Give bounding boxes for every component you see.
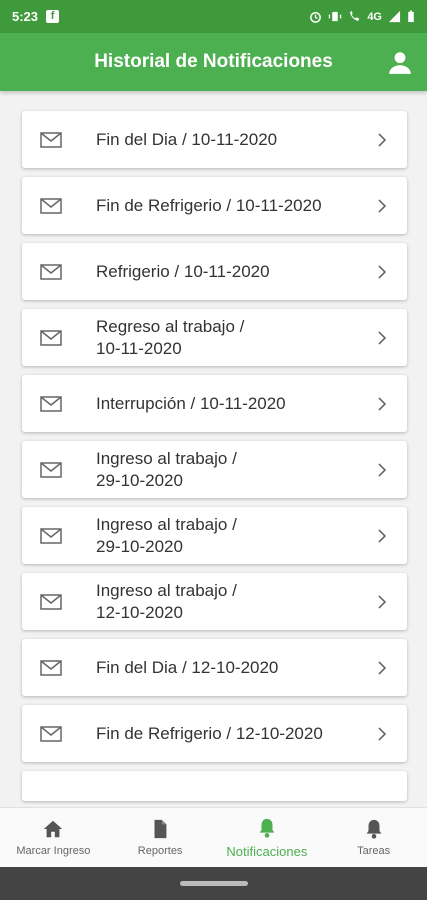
wifi-call-icon	[350, 10, 360, 22]
nav-label: Marcar Ingreso	[16, 845, 91, 857]
status-bar: 5:23 f 4G	[0, 0, 427, 33]
nav-marcar-ingreso[interactable]: Marcar Ingreso	[0, 808, 107, 867]
notification-card[interactable]: Refrigerio / 10-11-2020	[22, 243, 407, 300]
chevron-right-icon	[378, 660, 387, 675]
bottom-navigation: Marcar Ingreso Reportes Notificaciones T…	[0, 807, 427, 867]
chevron-right-icon	[378, 594, 387, 609]
notification-label: Ingreso al trabajo /29-10-2020	[96, 514, 359, 558]
notification-label: Refrigerio / 10-11-2020	[96, 261, 359, 283]
home-gesture-pill[interactable]	[180, 881, 248, 886]
nav-label: Notificaciones	[226, 843, 308, 859]
notification-card[interactable]: Regreso al trabajo /10-11-2020	[22, 309, 407, 366]
notification-label: Ingreso al trabajo /29-10-2020	[96, 448, 359, 492]
notification-line-1: Fin de Refrigerio / 12-10-2020	[96, 723, 323, 743]
notification-card[interactable]: Ingreso al trabajo /12-10-2020	[22, 573, 407, 630]
chevron-right-icon	[378, 330, 387, 345]
notification-line-1: Fin de Refrigerio / 10-11-2020	[96, 195, 322, 215]
network-type: 4G	[367, 10, 382, 23]
notification-label: Fin de Refrigerio / 10-11-2020	[96, 195, 359, 217]
notification-line-2: 29-10-2020	[96, 470, 183, 490]
mail-icon	[40, 527, 62, 544]
notification-line-1: Regreso al trabajo /	[96, 316, 245, 336]
vibrate-icon	[329, 11, 342, 22]
nav-label: Tareas	[357, 845, 391, 857]
nav-tareas[interactable]: Tareas	[320, 808, 427, 867]
mail-icon	[40, 593, 62, 610]
nav-notificaciones[interactable]: Notificaciones	[214, 808, 321, 867]
mail-icon	[40, 197, 62, 214]
notification-label: Regreso al trabajo /10-11-2020	[96, 316, 359, 360]
notification-line-1: Fin del Dia / 12-10-2020	[96, 657, 279, 677]
chevron-right-icon	[378, 198, 387, 213]
mail-icon	[40, 725, 62, 742]
notification-line-2: 12-10-2020	[96, 602, 183, 622]
notification-label: Fin de Refrigerio / 12-10-2020	[96, 723, 359, 745]
notification-line-1: Interrupción / 10-11-2020	[96, 393, 286, 413]
status-time: 5:23	[12, 9, 39, 24]
signal-icon	[388, 10, 401, 23]
notification-line-1: Ingreso al trabajo /	[96, 448, 237, 468]
profile-icon[interactable]	[387, 49, 413, 75]
chevron-right-icon	[378, 726, 387, 741]
mail-icon	[40, 131, 62, 148]
system-navigation-bar	[0, 867, 427, 900]
nav-reportes[interactable]: Reportes	[107, 808, 214, 867]
notification-line-1: Ingreso al trabajo /	[96, 580, 237, 600]
mail-icon	[40, 461, 62, 478]
chevron-right-icon	[378, 528, 387, 543]
page-title: Historial de Notificaciones	[94, 51, 333, 72]
app-bar: Historial de Notificaciones	[0, 33, 427, 91]
notification-card[interactable]: Fin del Dia / 12-10-2020	[22, 639, 407, 696]
mail-icon	[40, 329, 62, 346]
chevron-right-icon	[378, 462, 387, 477]
alarm-icon	[310, 12, 322, 23]
document-icon	[154, 819, 167, 839]
notification-card-partial[interactable]	[22, 771, 407, 801]
bell-icon	[259, 818, 275, 838]
notification-line-2: 10-11-2020	[96, 338, 182, 358]
notification-label: Fin del Dia / 10-11-2020	[96, 129, 359, 151]
mail-icon	[40, 659, 62, 676]
bell-icon	[366, 819, 381, 839]
notification-card[interactable]: Ingreso al trabajo /29-10-2020	[22, 441, 407, 498]
home-icon	[44, 820, 63, 838]
mail-icon	[40, 263, 62, 280]
mail-icon	[40, 395, 62, 412]
battery-icon	[408, 10, 414, 23]
notification-card[interactable]: Interrupción / 10-11-2020	[22, 375, 407, 432]
chevron-right-icon	[378, 132, 387, 147]
notification-line-1: Fin del Dia / 10-11-2020	[96, 129, 278, 149]
notification-line-2: 29-10-2020	[96, 536, 183, 556]
facebook-notification-icon: f	[46, 10, 60, 23]
notification-card[interactable]: Fin de Refrigerio / 10-11-2020	[22, 177, 407, 234]
notification-card[interactable]: Fin del Dia / 10-11-2020	[22, 111, 407, 168]
notification-card[interactable]: Ingreso al trabajo /29-10-2020	[22, 507, 407, 564]
chevron-right-icon	[378, 396, 387, 411]
notification-list: Fin del Dia / 10-11-2020 Fin de Refrigeri…	[0, 91, 427, 807]
notification-label: Fin del Dia / 12-10-2020	[96, 657, 359, 679]
notification-label: Interrupción / 10-11-2020	[96, 393, 359, 415]
notification-line-1: Refrigerio / 10-11-2020	[96, 261, 270, 281]
notification-label: Ingreso al trabajo /12-10-2020	[96, 580, 359, 624]
notification-line-1: Ingreso al trabajo /	[96, 514, 237, 534]
chevron-right-icon	[378, 264, 387, 279]
notification-card[interactable]: Fin de Refrigerio / 12-10-2020	[22, 705, 407, 762]
nav-label: Reportes	[137, 845, 183, 857]
